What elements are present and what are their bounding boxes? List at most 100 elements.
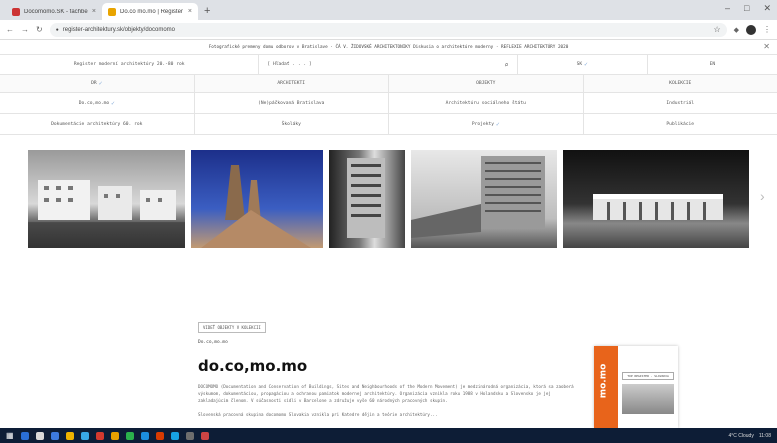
language-sk-button[interactable]: SK ✓ bbox=[518, 55, 648, 74]
reload-icon[interactable]: ↻ bbox=[36, 25, 43, 34]
news-ticker[interactable]: Fotografické premeny domu odborov v Brat… bbox=[0, 40, 777, 55]
taskbar-app-icon[interactable] bbox=[35, 431, 44, 440]
bookmark-star-icon[interactable]: ☆ bbox=[713, 25, 720, 34]
tab-favicon-icon bbox=[12, 7, 20, 16]
nav-item-kolekcie[interactable]: KOLEKCIE bbox=[584, 75, 777, 92]
publication-cover-image[interactable]: mo.mo TOP REGISTER · SLOVAKIA bbox=[594, 346, 678, 428]
search-row: Register moderní architektúry 20.-80 rok… bbox=[0, 55, 777, 75]
weather-text[interactable]: 4°C Cloudy bbox=[728, 433, 753, 439]
subnav-label: Dokumentácie architektúry 60. rok bbox=[51, 121, 143, 127]
taskbar-app-icon[interactable] bbox=[95, 431, 104, 440]
window-controls: – □ ✕ bbox=[725, 3, 771, 14]
browser-tab-2[interactable]: Do.co mo.mo | Register mode... × bbox=[102, 3, 198, 20]
check-icon: ✓ bbox=[584, 61, 588, 68]
browser-toolbar: ← → ↻ ● register-architektury.sk/objekty… bbox=[0, 20, 777, 40]
new-tab-button[interactable]: + bbox=[204, 5, 210, 17]
main-nav: DR ✓ ARCHITEKTI OBJEKTY KOLEKCIE bbox=[0, 75, 777, 93]
office-illustration bbox=[411, 156, 545, 238]
browser-menu-icon[interactable]: ⋮ bbox=[763, 25, 771, 34]
clock-text[interactable]: 11:08 bbox=[759, 433, 771, 439]
nav-label: OBJEKTY bbox=[476, 81, 496, 86]
taskbar-app-icon[interactable] bbox=[185, 431, 194, 440]
taskbar-app-icon[interactable] bbox=[20, 431, 29, 440]
close-tab-icon[interactable]: × bbox=[92, 8, 96, 15]
pavilion-illustration bbox=[593, 194, 723, 220]
monument-illustration bbox=[201, 165, 311, 248]
extensions-icon[interactable]: ◆ bbox=[734, 26, 739, 34]
taskbar-app-icon[interactable] bbox=[140, 431, 149, 440]
taskbar-app-icon[interactable] bbox=[80, 431, 89, 440]
subnav-item-industrial[interactable]: Industriál bbox=[584, 93, 777, 113]
gallery-photo-monument[interactable] bbox=[191, 150, 323, 248]
nav-item-objekty[interactable]: OBJEKTY bbox=[389, 75, 584, 92]
collection-tag-button[interactable]: VIDEŤ OBJEKTY V KOLEKCII bbox=[198, 322, 266, 333]
tab-title: Docomomo.SK - fachbereitung... bbox=[24, 8, 88, 15]
start-button-icon[interactable]: ▦ bbox=[6, 431, 14, 440]
gallery-photo-housing[interactable] bbox=[28, 150, 185, 248]
tab-title: Do.co mo.mo | Register mode... bbox=[120, 8, 184, 15]
taskbar-app-icon[interactable] bbox=[65, 431, 74, 440]
language-en-button[interactable]: EN bbox=[648, 55, 777, 74]
subnav-row-2: Dokumentácie architektúry 60. rok Školák… bbox=[0, 114, 777, 135]
check-icon: ✓ bbox=[98, 80, 103, 87]
address-bar[interactable]: ● register-architektury.sk/objekty/docom… bbox=[49, 22, 727, 37]
subnav-label: Školáky bbox=[281, 121, 301, 127]
taskbar-app-icon[interactable] bbox=[110, 431, 119, 440]
gallery-next-arrow[interactable]: › bbox=[760, 188, 765, 204]
ticker-text: Fotografické premeny domu odborov v Brat… bbox=[208, 44, 569, 50]
gallery-photo-tower[interactable] bbox=[329, 150, 405, 248]
breadcrumb[interactable]: Do.co,mo.mo bbox=[198, 340, 578, 345]
article-description: DOCOMOMO (Documentation and Conservation… bbox=[198, 384, 574, 404]
check-icon: ✓ bbox=[496, 120, 500, 128]
profile-avatar[interactable] bbox=[746, 24, 756, 35]
nav-item-architekti[interactable]: ARCHITEKTI bbox=[195, 75, 389, 92]
lock-icon: ● bbox=[55, 26, 59, 33]
subnav-label: Do.co,mo.mo bbox=[78, 100, 110, 106]
article-description-continued: Slovenská pracovná skupina docomomo Slov… bbox=[198, 411, 438, 417]
nav-item-dr[interactable]: DR ✓ bbox=[0, 75, 195, 92]
minimize-icon[interactable]: – bbox=[725, 3, 730, 14]
subnav-label: Industriál bbox=[666, 100, 695, 106]
gallery-photo-office[interactable] bbox=[411, 150, 557, 248]
subnav-item-skolaky[interactable]: Školáky bbox=[195, 114, 389, 134]
browser-tab-1[interactable]: Docomomo.SK - fachbereitung... × bbox=[6, 3, 102, 20]
close-tab-icon[interactable]: × bbox=[188, 8, 192, 15]
photo-gallery: › bbox=[0, 148, 777, 252]
book-header: TOP REGISTER · SLOVAKIA bbox=[622, 372, 674, 380]
tab-favicon-icon bbox=[108, 7, 116, 16]
browser-tab-strip: Docomomo.SK - fachbereitung... × Do.co m… bbox=[0, 0, 777, 20]
gallery-photo-pavilion[interactable] bbox=[563, 150, 749, 248]
taskbar-app-icon[interactable] bbox=[50, 431, 59, 440]
web-page: Fotografické premeny domu odborov v Brat… bbox=[0, 40, 777, 428]
taskbar-app-icon[interactable] bbox=[125, 431, 134, 440]
subnav-item-docomomo[interactable]: Do.co,mo.mo ✓ bbox=[0, 93, 195, 113]
close-window-icon[interactable]: ✕ bbox=[763, 3, 771, 14]
close-icon[interactable]: ✕ bbox=[763, 42, 770, 51]
back-icon[interactable]: ← bbox=[6, 25, 14, 34]
taskbar-app-icon[interactable] bbox=[170, 431, 179, 440]
check-icon: ✓ bbox=[111, 99, 115, 107]
search-icon[interactable]: ⌕ bbox=[504, 61, 508, 69]
subnav-item-projekty[interactable]: Projekty ✓ bbox=[389, 114, 584, 134]
register-title-link[interactable]: Register moderní architektúry 20.-80 rok bbox=[0, 55, 260, 74]
taskbar-app-icon[interactable] bbox=[200, 431, 209, 440]
subnav-item-bratislava[interactable]: (Ne)páčkovaná Bratislava bbox=[195, 93, 389, 113]
book-photo bbox=[622, 384, 674, 414]
subnav-item-socialny-stat[interactable]: Architektúru sociálneho štátu bbox=[389, 93, 584, 113]
language-label: SK bbox=[576, 62, 583, 67]
subnav-label: Projekty bbox=[471, 121, 494, 127]
url-text: register-architektury.sk/objekty/docomom… bbox=[62, 26, 175, 33]
article: VIDEŤ OBJEKTY V KOLEKCII Do.co,mo.mo do.… bbox=[198, 314, 578, 418]
system-tray: 4°C Cloudy 11:08 bbox=[728, 433, 777, 439]
language-label: EN bbox=[709, 62, 716, 67]
subnav-label: Architektúru sociálneho štátu bbox=[445, 100, 526, 106]
maximize-icon[interactable]: □ bbox=[744, 3, 749, 14]
tower-illustration bbox=[347, 158, 385, 238]
search-input[interactable]: [ Hľadať . . . ] ⌕ bbox=[259, 55, 518, 74]
taskbar-app-icon[interactable] bbox=[155, 431, 164, 440]
page-title: do.co,mo.mo bbox=[198, 357, 308, 375]
subnav-item-dokumentacie[interactable]: Dokumentácie architektúry 60. rok bbox=[0, 114, 195, 134]
subnav-item-publikacie[interactable]: Publikácie bbox=[584, 114, 777, 134]
forward-icon[interactable]: → bbox=[21, 25, 29, 34]
subnav-label: Publikácie bbox=[666, 121, 695, 127]
